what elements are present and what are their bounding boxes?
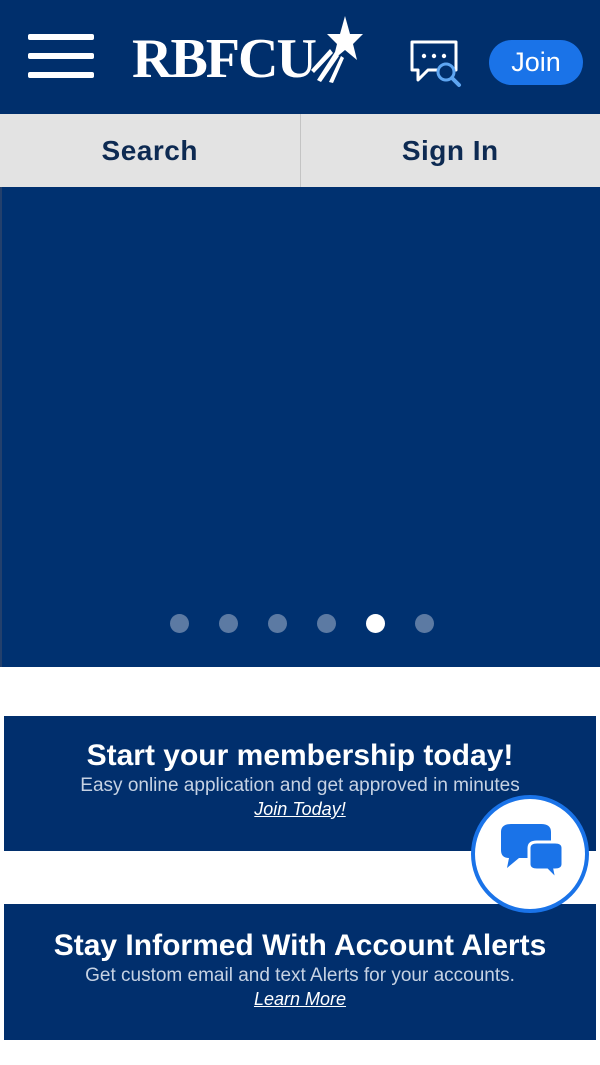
membership-promo-subtitle: Easy online application and get approved… bbox=[80, 775, 520, 796]
alerts-promo: Stay Informed With Account Alerts Get cu… bbox=[4, 904, 596, 1040]
site-header: RBFCU Join bbox=[0, 0, 600, 114]
menu-line bbox=[28, 53, 94, 59]
alerts-promo-title: Stay Informed With Account Alerts bbox=[53, 929, 547, 962]
rbfcu-logo[interactable]: RBFCU bbox=[132, 14, 382, 94]
sign-in-tab[interactable]: Sign In bbox=[301, 114, 600, 187]
chat-button[interactable] bbox=[471, 795, 589, 913]
carousel-dot[interactable] bbox=[170, 614, 189, 633]
carousel-dot-active[interactable] bbox=[366, 614, 385, 633]
hamburger-menu-icon[interactable] bbox=[28, 34, 94, 78]
join-button[interactable]: Join bbox=[489, 40, 583, 85]
carousel-dot[interactable] bbox=[415, 614, 434, 633]
membership-promo-title: Start your membership today! bbox=[86, 739, 514, 772]
carousel-dot[interactable] bbox=[317, 614, 336, 633]
carousel-dot[interactable] bbox=[219, 614, 238, 633]
carousel-dots bbox=[2, 614, 600, 634]
menu-line bbox=[28, 34, 94, 40]
star-icon bbox=[310, 16, 363, 83]
hero-carousel[interactable] bbox=[0, 187, 600, 667]
chat-bubbles-icon bbox=[501, 824, 565, 885]
learn-more-link[interactable]: Learn More bbox=[254, 989, 346, 1010]
join-today-link[interactable]: Join Today! bbox=[254, 799, 345, 820]
chat-search-icon[interactable] bbox=[408, 38, 462, 88]
search-tab[interactable]: Search bbox=[0, 114, 300, 187]
menu-line bbox=[28, 72, 94, 78]
logo-text: RBFCU bbox=[132, 28, 317, 90]
carousel-dot[interactable] bbox=[268, 614, 287, 633]
top-nav: Search Sign In bbox=[0, 114, 600, 187]
alerts-promo-subtitle: Get custom email and text Alerts for you… bbox=[85, 965, 515, 986]
